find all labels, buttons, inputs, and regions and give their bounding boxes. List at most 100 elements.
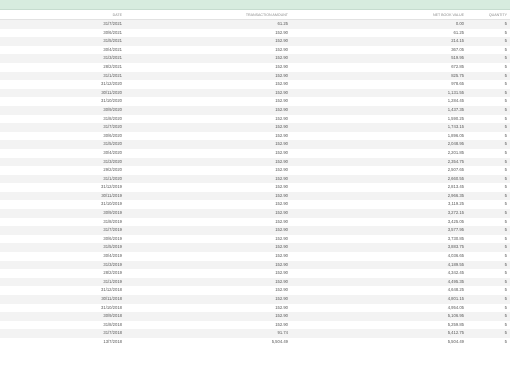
- cell-net-book-value: 61.25: [453, 29, 464, 35]
- cell-date: 31/12/2019: [101, 184, 122, 190]
- cell-net-book-value: 3,883.75: [447, 244, 464, 250]
- cell-transaction-amount: 152.90: [275, 253, 288, 259]
- table-row: 31/12/2019 152.90 2,813.45 5: [0, 183, 510, 192]
- cell-net-book-value: 3,272.15: [447, 210, 464, 216]
- cell-transaction-amount: 152.90: [275, 141, 288, 147]
- table-row: 30/11/2018 152.90 4,801.15 5: [0, 295, 510, 304]
- cell-date: 31/7/2019: [103, 227, 122, 233]
- cell-date: 28/2/2021: [103, 63, 122, 69]
- table-row: 31/8/2018 152.90 5,259.85 5: [0, 320, 510, 330]
- cell-transaction-amount: 152.90: [275, 304, 288, 310]
- cell-date: 31/3/2019: [103, 261, 122, 267]
- cell-quantity: 5: [504, 235, 507, 241]
- table-row: 31/1/2021 152.90 825.75 5: [0, 71, 510, 81]
- cell-transaction-amount: 152.90: [275, 72, 288, 78]
- column-header-net-book-value[interactable]: NET BOOK VALUE: [294, 10, 474, 20]
- cell-net-book-value: 367.05: [451, 46, 464, 52]
- cell-date: 30/4/2021: [103, 46, 122, 52]
- table-row: 31/5/2021 152.90 214.15 5: [0, 37, 510, 46]
- cell-date: 30/6/2019: [103, 235, 122, 241]
- cell-transaction-amount: 152.90: [275, 278, 288, 284]
- depreciation-schedule-table: DATE TRANSACTION AMOUNT NET BOOK VALUE Q…: [0, 10, 510, 347]
- cell-date: 30/11/2019: [101, 192, 122, 198]
- table-row: 30/9/2020 152.90 1,437.35 5: [0, 105, 510, 115]
- cell-quantity: 5: [504, 46, 507, 52]
- cell-quantity: 5: [504, 278, 507, 284]
- table-row: 31/5/2020 152.90 2,048.95 5: [0, 140, 510, 149]
- cell-transaction-amount: 152.90: [275, 227, 288, 233]
- cell-date: 31/8/2019: [103, 218, 122, 224]
- cell-transaction-amount: 152.90: [275, 115, 288, 121]
- cell-transaction-amount: 152.90: [275, 313, 288, 319]
- table-row: 31/12/2018 152.90 4,648.25 5: [0, 286, 510, 295]
- cell-date: 31/10/2019: [101, 201, 122, 207]
- cell-net-book-value: 2,660.55: [447, 175, 464, 181]
- cell-quantity: 5: [504, 141, 507, 147]
- cell-net-book-value: 1,896.05: [447, 132, 464, 138]
- cell-date: 31/1/2019: [103, 278, 122, 284]
- cell-quantity: 5: [504, 149, 507, 155]
- cell-net-book-value: 1,131.55: [447, 89, 464, 95]
- cell-date: 31/5/2019: [103, 244, 122, 250]
- cell-quantity: 5: [504, 184, 507, 190]
- table-row: 31/3/2021 152.90 519.95 5: [0, 54, 510, 63]
- cell-date: 31/7/2020: [103, 124, 122, 130]
- table-row: 30/9/2018 152.90 5,106.95 5: [0, 312, 510, 321]
- cell-quantity: 5: [504, 167, 507, 173]
- table-row: 28/2/2021 152.90 672.85 5: [0, 62, 510, 72]
- table-row: 31/1/2019 152.90 4,495.35 5: [0, 277, 510, 287]
- table-row: 30/4/2021 152.90 367.05 5: [0, 45, 510, 55]
- cell-net-book-value: 5,504.49: [447, 338, 464, 344]
- cell-quantity: 5: [504, 175, 507, 181]
- cell-net-book-value: 5,106.95: [447, 313, 464, 319]
- cell-quantity: 5: [504, 124, 507, 130]
- cell-transaction-amount: 152.90: [275, 184, 288, 190]
- cell-net-book-value: 2,048.95: [447, 141, 464, 147]
- column-header-date[interactable]: DATE: [0, 10, 130, 20]
- cell-transaction-amount: 152.90: [275, 81, 288, 87]
- cell-transaction-amount: 152.90: [275, 261, 288, 267]
- cell-transaction-amount: 152.90: [275, 124, 288, 130]
- cell-quantity: 5: [504, 29, 507, 35]
- cell-transaction-amount: 152.90: [275, 192, 288, 198]
- column-header-transaction-amount[interactable]: TRANSACTION AMOUNT: [130, 10, 294, 20]
- cell-transaction-amount: 152.90: [275, 29, 288, 35]
- top-bar: [0, 0, 510, 10]
- cell-net-book-value: 2,201.85: [447, 149, 464, 155]
- cell-quantity: 5: [504, 63, 507, 69]
- cell-date: 31/3/2021: [103, 55, 122, 61]
- cell-quantity: 5: [504, 192, 507, 198]
- cell-transaction-amount: 152.90: [275, 167, 288, 173]
- table-row: 30/6/2019 152.90 3,730.85 5: [0, 234, 510, 244]
- cell-net-book-value: 2,966.35: [447, 192, 464, 198]
- table-row: 13/7/2018 5,504.49 5,504.49 5: [0, 337, 510, 347]
- cell-date: 30/4/2020: [103, 149, 122, 155]
- cell-transaction-amount: 152.90: [275, 296, 288, 301]
- cell-quantity: 5: [504, 89, 507, 95]
- cell-quantity: 5: [504, 321, 507, 327]
- table-row: 30/4/2019 152.90 4,036.65 5: [0, 252, 510, 261]
- cell-transaction-amount: 152.90: [275, 244, 288, 250]
- cell-quantity: 5: [504, 132, 507, 138]
- cell-quantity: 5: [504, 81, 507, 87]
- cell-transaction-amount: 152.90: [275, 98, 288, 104]
- table-row: 30/11/2019 152.90 2,966.35 5: [0, 191, 510, 201]
- cell-date: 30/9/2018: [103, 313, 122, 319]
- cell-transaction-amount: 152.90: [275, 149, 288, 155]
- cell-transaction-amount: 152.90: [275, 55, 288, 61]
- cell-net-book-value: 2,354.75: [447, 158, 464, 164]
- cell-transaction-amount: 61.25: [277, 21, 288, 26]
- cell-transaction-amount: 152.90: [275, 38, 288, 44]
- cell-date: 31/7/2018: [103, 330, 122, 336]
- cell-transaction-amount: 91.74: [277, 330, 288, 336]
- table-row: 30/6/2020 152.90 1,896.05 5: [0, 131, 510, 141]
- cell-quantity: 5: [504, 72, 507, 78]
- column-header-quantity[interactable]: QUANTITY: [474, 10, 510, 20]
- cell-transaction-amount: 152.90: [275, 201, 288, 207]
- table-row: 31/7/2020 152.90 1,743.15 5: [0, 123, 510, 132]
- cell-quantity: 5: [504, 106, 507, 112]
- cell-net-book-value: 4,189.55: [447, 261, 464, 267]
- cell-transaction-amount: 152.90: [275, 46, 288, 52]
- cell-net-book-value: 4,036.65: [447, 253, 464, 259]
- cell-quantity: 5: [504, 253, 507, 259]
